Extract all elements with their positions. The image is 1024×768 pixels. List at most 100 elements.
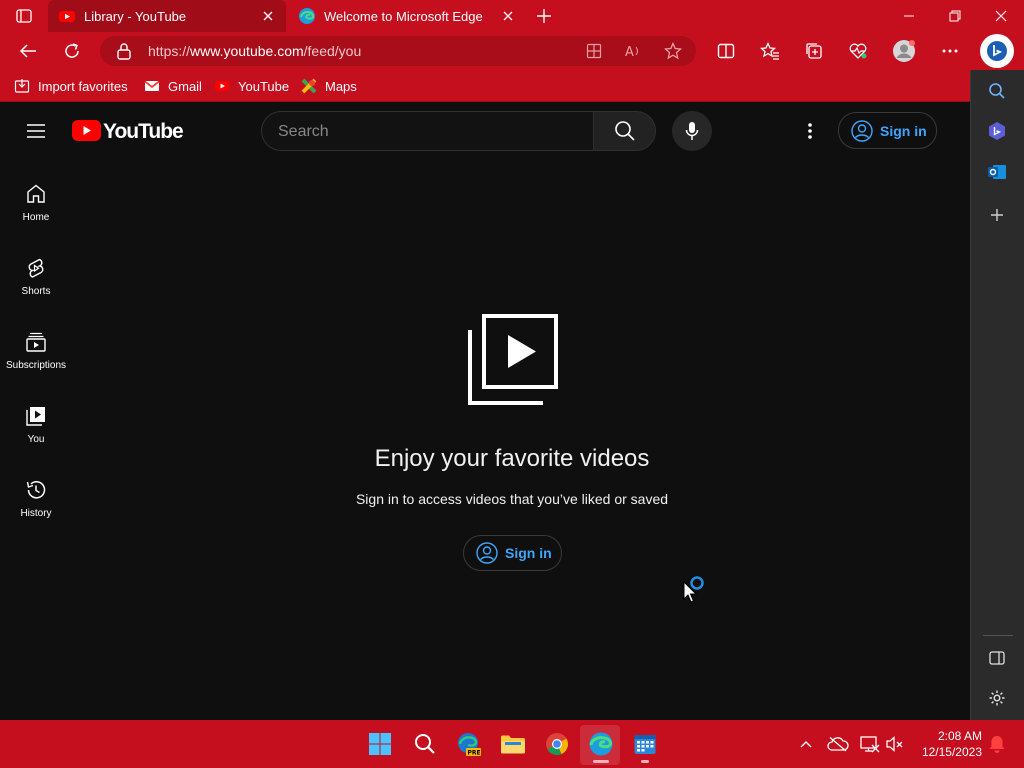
account-circle-icon xyxy=(475,541,499,565)
search-button[interactable] xyxy=(593,111,656,151)
sidebar-copilot-button[interactable] xyxy=(985,119,1009,143)
youtube-logo[interactable] xyxy=(72,120,101,141)
header-sign-in-button[interactable]: Sign in xyxy=(838,112,937,149)
import-icon xyxy=(14,78,30,94)
new-tab-button[interactable] xyxy=(533,6,555,26)
favorite-star-icon[interactable] xyxy=(659,37,687,65)
favorite-maps[interactable]: Maps xyxy=(301,72,357,100)
bell-icon xyxy=(989,736,1005,753)
outlook-icon xyxy=(988,165,1006,179)
shorts-icon xyxy=(24,256,48,280)
guide-label: Subscriptions xyxy=(5,360,67,371)
tab-library-youtube[interactable]: Library - YouTube xyxy=(48,0,286,32)
url-text[interactable]: https://www.youtube.com/feed/you xyxy=(148,43,361,59)
minimize-button[interactable] xyxy=(886,0,932,32)
hide-sidebar-button[interactable] xyxy=(985,646,1009,670)
sidebar-outlook-button[interactable] xyxy=(985,160,1009,184)
close-window-button[interactable] xyxy=(978,0,1024,32)
split-screen-button[interactable] xyxy=(712,37,740,65)
windows-icon xyxy=(369,733,391,755)
taskbar-edge-preview[interactable]: PRE xyxy=(453,728,485,760)
gmail-icon xyxy=(144,78,160,94)
favorite-label: YouTube xyxy=(238,78,290,94)
tab-title: Welcome to Microsoft Edge xyxy=(324,8,483,24)
taskbar-chrome[interactable] xyxy=(541,728,573,760)
youtube-page xyxy=(0,103,970,720)
empty-state-title: Enjoy your favorite videos xyxy=(374,445,650,472)
favorite-youtube[interactable]: YouTube xyxy=(214,72,289,100)
guide-menu-button[interactable] xyxy=(24,119,48,143)
arrow-left-icon xyxy=(19,44,36,58)
youtube-wordmark[interactable]: YouTube xyxy=(103,120,184,144)
sign-in-button[interactable]: Sign in xyxy=(463,535,562,571)
favorite-import-favorites[interactable]: Import favorites xyxy=(14,72,128,100)
back-button[interactable] xyxy=(14,37,42,65)
favorite-label: Maps xyxy=(325,78,357,94)
read-aloud-icon[interactable]: A xyxy=(619,37,647,65)
taskbar-search-button[interactable] xyxy=(409,728,441,760)
copilot-button[interactable] xyxy=(980,34,1014,68)
volume-status[interactable] xyxy=(879,728,911,760)
favorite-gmail[interactable]: Gmail xyxy=(144,72,202,100)
guide-item-home[interactable]: Home xyxy=(0,166,72,240)
settings-menu-button[interactable] xyxy=(798,119,822,143)
favorites-button[interactable] xyxy=(756,37,784,65)
calendar-icon xyxy=(634,735,656,754)
plus-icon xyxy=(537,9,551,23)
edge-icon xyxy=(589,732,613,756)
search-box xyxy=(261,111,593,151)
split-screen-icon xyxy=(717,43,735,59)
browser-essentials-button[interactable] xyxy=(844,37,872,65)
sidebar-search-button[interactable] xyxy=(985,79,1009,103)
tab-actions-icon xyxy=(16,9,32,23)
profile-button[interactable] xyxy=(890,37,918,65)
edge-icon xyxy=(298,7,316,25)
sidebar-add-button[interactable] xyxy=(985,203,1009,227)
tab-actions-button[interactable] xyxy=(10,6,38,26)
favorite-label: Import favorites xyxy=(38,78,128,94)
onedrive-status[interactable] xyxy=(822,728,854,760)
clock-time[interactable]: 2:08 AM xyxy=(912,729,982,743)
guide-item-shorts[interactable]: Shorts xyxy=(0,240,72,314)
youtube-logo-icon xyxy=(72,120,101,141)
edge-preview-icon: PRE xyxy=(458,733,481,757)
folder-icon xyxy=(501,735,525,754)
favorite-label: Gmail xyxy=(168,78,202,94)
taskbar-calendar[interactable] xyxy=(629,728,661,760)
notifications-button[interactable] xyxy=(984,728,1010,760)
search-input[interactable] xyxy=(278,121,578,143)
url-path: /feed/you xyxy=(303,43,362,59)
start-button[interactable] xyxy=(364,728,396,760)
voice-search-button[interactable] xyxy=(672,111,712,151)
app-available-icon[interactable] xyxy=(580,37,608,65)
youtube-icon xyxy=(58,7,76,25)
active-app-indicator xyxy=(593,760,609,763)
guide-label: History xyxy=(20,508,52,519)
svg-text:A: A xyxy=(625,45,634,59)
close-tab-icon[interactable] xyxy=(500,8,516,24)
lock-icon[interactable] xyxy=(116,42,132,60)
refresh-button[interactable] xyxy=(58,37,86,65)
sidebar-panel-icon xyxy=(989,651,1005,665)
guide-label: Shorts xyxy=(21,286,51,297)
taskbar-edge[interactable] xyxy=(585,728,617,760)
settings-more-button[interactable] xyxy=(936,37,964,65)
account-circle-icon xyxy=(850,119,874,143)
taskbar-file-explorer[interactable] xyxy=(497,728,529,760)
minimize-icon xyxy=(904,15,914,17)
home-icon xyxy=(24,182,48,206)
restore-button[interactable] xyxy=(932,0,978,32)
monitor-icon xyxy=(860,736,880,753)
tab-welcome-edge[interactable]: Welcome to Microsoft Edge xyxy=(288,0,526,32)
running-app-indicator xyxy=(641,760,649,763)
sidebar-settings-button[interactable] xyxy=(985,686,1009,710)
microphone-icon xyxy=(685,122,699,140)
search-icon xyxy=(614,121,635,141)
guide-item-subscriptions[interactable]: Subscriptions xyxy=(0,314,72,388)
more-vertical-icon xyxy=(808,123,812,139)
collections-button[interactable] xyxy=(800,37,828,65)
close-tab-icon[interactable] xyxy=(260,8,276,24)
show-hidden-icons-button[interactable] xyxy=(790,728,822,760)
clock-date[interactable]: 12/15/2023 xyxy=(912,745,982,759)
avatar-icon xyxy=(893,40,915,62)
